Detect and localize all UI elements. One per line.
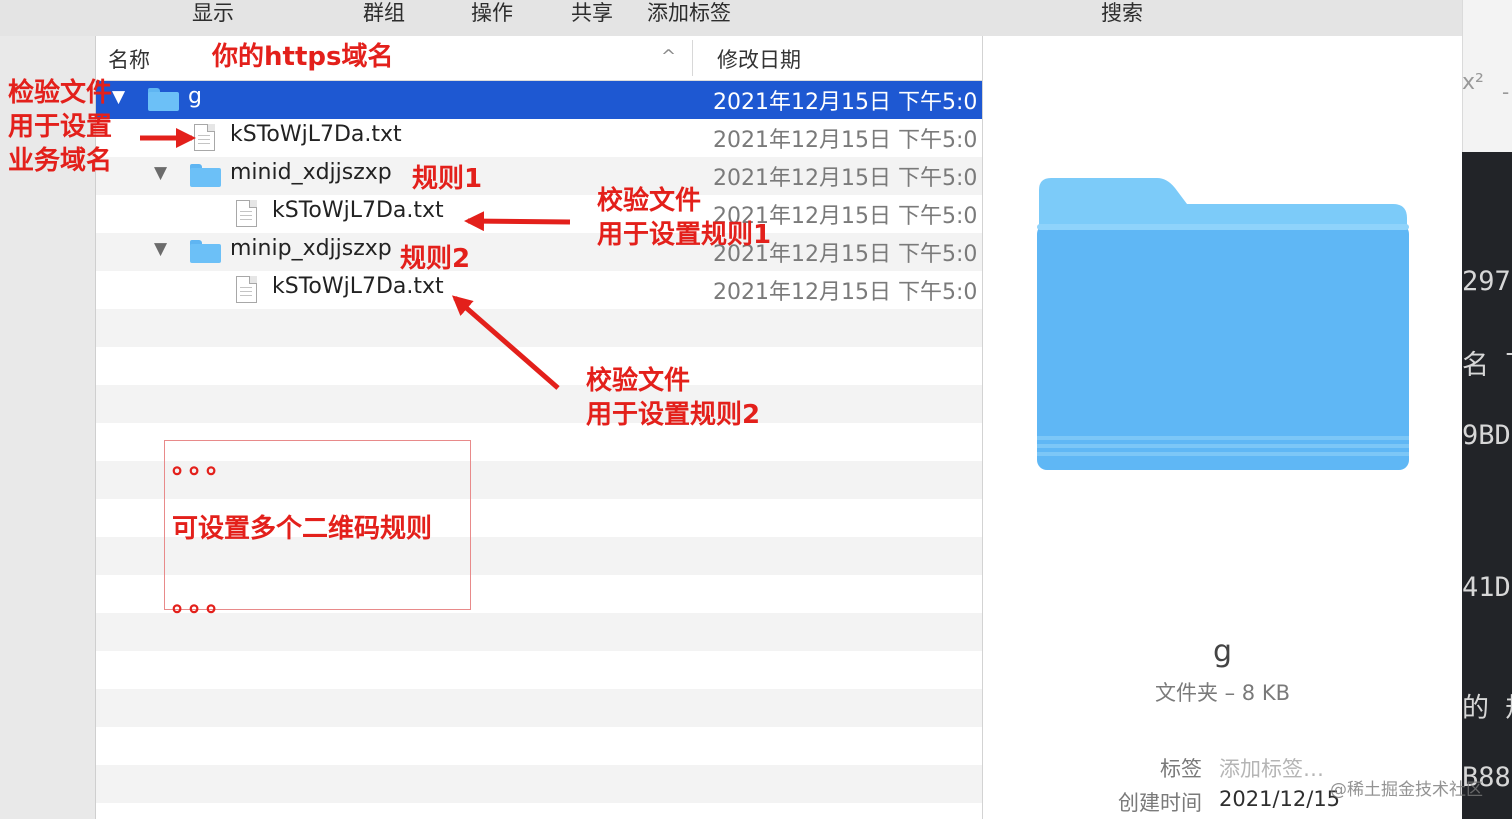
annotation-business-line2: 用于设置 [8,112,113,142]
text-file-icon [236,276,257,303]
disclosure-triangle-icon[interactable]: ▼ [112,87,125,107]
list-row-file[interactable]: kSToWjL7Da.txt 2021年12月15日 下午5:0 [96,195,982,233]
annotation-rule2-line2: 用于设置规则2 [586,400,761,430]
preview-kind-size: 文件夹 – 8 KB [1154,681,1291,705]
folder-icon [190,164,221,187]
preview-pane: g 文件夹 – 8 KB 标签 添加标签… 创建时间 2021/12/15 [983,36,1462,819]
row-date: 2021年12月15日 下午5:0 [713,166,978,191]
folder-icon [190,240,221,263]
list-row-folder-g[interactable]: ▼ g 2021年12月15日 下午5:0 [96,81,982,119]
annotation-rule1-tag: 规则1 [412,164,483,194]
annotation-rule2-tag: 规则2 [400,244,471,274]
dash-icon: - [1502,80,1510,104]
disclosure-triangle-icon[interactable]: ▼ [154,239,167,259]
annotation-business-line3: 业务域名 [8,146,113,176]
annotation-dots-bottom: 。。。 [172,588,237,618]
row-date: 2021年12月15日 下午5:0 [713,128,978,153]
text-file-icon [236,200,257,227]
file-list: 名称 ^ 修改日期 ▼ g 2021年12月15日 下午5:0 kSToWjL7… [96,36,982,819]
annotation-rule1-line2: 用于设置规则1 [597,220,772,250]
annotation-https-domain: 你的https域名 [212,42,394,72]
annotation-dots-top: 。。。 [172,450,237,480]
code-fragment: 41D [1462,572,1511,603]
column-header-date[interactable]: 修改日期 [717,44,801,74]
preview-item-name: g [1212,634,1233,669]
toolbar-share-button[interactable]: 共享 [571,0,613,27]
code-fragment: 297 [1462,266,1511,297]
tags-label: 标签 [1160,757,1202,781]
row-date: 2021年12月15日 下午5:0 [713,280,978,305]
column-divider[interactable] [692,40,693,76]
row-name: minip_xdjjszxp [230,236,392,261]
column-header-name[interactable]: 名称 [108,44,150,74]
tags-field[interactable]: 添加标签… [1219,753,1324,783]
large-folder-icon [1037,178,1409,470]
row-name: kSToWjL7Da.txt [272,274,444,299]
text-file-icon [194,124,215,151]
toolbar-group-button[interactable]: 群组 [363,0,405,27]
toolbar-search-button[interactable]: 搜索 [1101,0,1143,27]
toolbar-view-button[interactable]: 显示 [192,0,234,27]
row-date: 2021年12月15日 下午5:0 [713,90,978,115]
folder-icon [148,88,179,111]
watermark: @稀土掘金技术社区 [1330,780,1483,800]
annotation-rule1-line1: 校验文件 [597,186,702,216]
disclosure-triangle-icon[interactable]: ▼ [154,163,167,183]
code-fragment: 名 下 [1462,350,1512,381]
row-name: g [188,84,202,109]
list-row-folder-minid[interactable]: ▼ minid_xdjjszxp 2021年12月15日 下午5:0 [96,157,982,195]
code-fragment: 的 规 [1462,693,1512,724]
list-row-folder-minip[interactable]: ▼ minip_xdjjszxp 2021年12月15日 下午5:0 [96,233,982,271]
code-fragment: 9BD [1462,420,1511,451]
list-row-file[interactable]: kSToWjL7Da.txt 2021年12月15日 下午5:0 [96,271,982,309]
background-code-window: 297 名 下 9BD 41D 的 规 B88 [1462,152,1512,819]
row-name: minid_xdjjszxp [230,160,392,185]
toolbar-action-button[interactable]: 操作 [471,0,513,27]
sort-ascending-icon[interactable]: ^ [661,46,676,67]
annotation-multi-rules: 可设置多个二维码规则 [172,514,433,544]
row-name: kSToWjL7Da.txt [230,122,402,147]
row-name: kSToWjL7Da.txt [272,198,444,223]
annotation-business-line1: 检验文件 [8,78,113,108]
list-row-file[interactable]: kSToWjL7Da.txt 2021年12月15日 下午5:0 [96,119,982,157]
finder-toolbar: 显示 群组 操作 共享 添加标签 搜索 [0,0,1462,37]
superscript-icon: x² [1462,70,1484,95]
created-label: 创建时间 [1118,791,1202,815]
created-value: 2021/12/15 [1219,787,1341,811]
annotation-rule2-line1: 校验文件 [586,366,691,396]
toolbar-add-tag-button[interactable]: 添加标签 [647,0,731,27]
